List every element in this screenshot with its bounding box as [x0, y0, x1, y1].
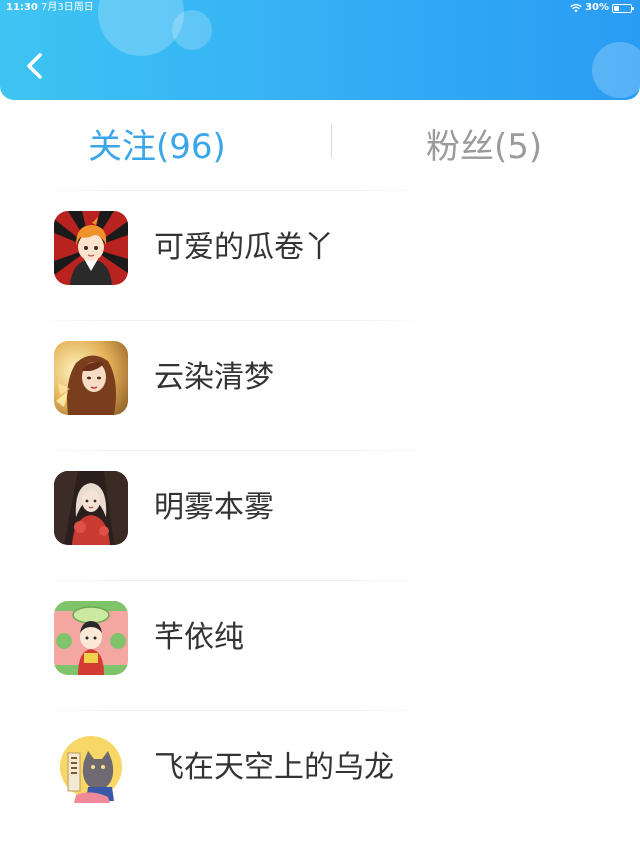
- follow-list: 可爱的瓜卷丫 云染清梦 明雾本雾 芊依纯 飞在天空上的乌龙: [0, 190, 640, 840]
- user-name: 飞在天空上的乌龙: [154, 750, 394, 785]
- tab-divider: [331, 124, 332, 158]
- divider: [50, 580, 420, 581]
- list-item[interactable]: 飞在天空上的乌龙: [0, 710, 640, 840]
- battery-fill: [614, 5, 619, 11]
- list-item[interactable]: 芊依纯: [0, 580, 640, 710]
- avatar-anime-boy-icon: [54, 211, 128, 285]
- avatar[interactable]: [54, 601, 128, 675]
- list-item[interactable]: 云染清梦: [0, 320, 640, 450]
- user-name: 芊依纯: [154, 620, 244, 655]
- avatar[interactable]: [54, 211, 128, 285]
- list-item[interactable]: 可爱的瓜卷丫: [0, 190, 640, 320]
- divider: [50, 450, 420, 451]
- avatar-golden-lady-icon: [54, 341, 128, 415]
- tab-fans[interactable]: 粉丝(5): [426, 118, 542, 176]
- divider: [50, 320, 420, 321]
- user-name: 可爱的瓜卷丫: [154, 230, 334, 265]
- divider: [50, 190, 420, 191]
- avatar-green-cartoon-icon: [54, 601, 128, 675]
- user-name: 云染清梦: [154, 360, 274, 395]
- battery-tip: [632, 6, 634, 10]
- wifi-icon: [570, 3, 582, 13]
- chevron-left-icon: [27, 53, 42, 79]
- page: 11:30 7月3日周日 30% 关注(96) 粉丝(5) 可爱的瓜卷丫 云染清…: [0, 0, 640, 853]
- tab-bar: 关注(96) 粉丝(5): [0, 118, 640, 176]
- avatar[interactable]: [54, 341, 128, 415]
- tab-following[interactable]: 关注(96): [88, 118, 226, 176]
- status-right: 30%: [570, 0, 634, 16]
- user-name: 明雾本雾: [154, 490, 274, 525]
- back-button[interactable]: [18, 46, 52, 86]
- avatar-gray-cat-icon: [54, 731, 128, 805]
- status-bar: 11:30 7月3日周日 30%: [0, 0, 640, 16]
- battery-icon: [612, 3, 634, 13]
- list-item[interactable]: 明雾本雾: [0, 450, 640, 580]
- battery-percent: 30%: [585, 2, 609, 13]
- avatar-red-dress-girl-icon: [54, 471, 128, 545]
- status-time: 11:30: [6, 2, 38, 13]
- decor-bubble: [592, 42, 640, 98]
- avatar[interactable]: [54, 731, 128, 805]
- avatar[interactable]: [54, 471, 128, 545]
- status-date: 7月3日周日: [41, 2, 94, 13]
- decor-bubble: [172, 10, 212, 50]
- divider: [50, 710, 420, 711]
- header-bar: 11:30 7月3日周日 30%: [0, 0, 640, 100]
